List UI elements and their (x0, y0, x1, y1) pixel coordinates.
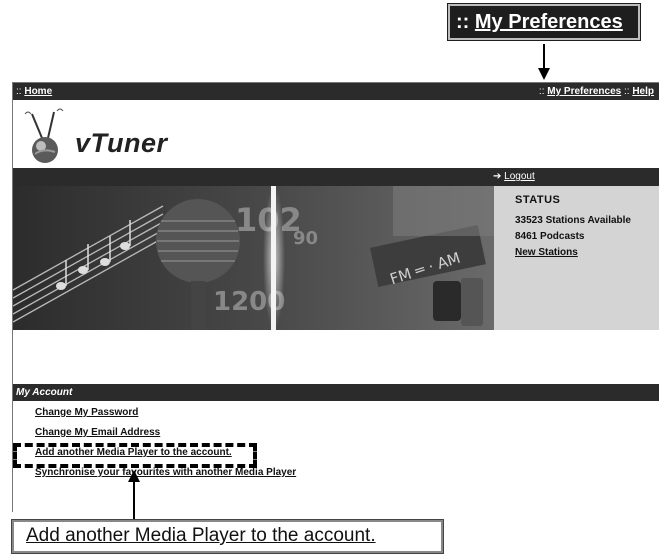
logout-bar: ➔ Logout (13, 168, 659, 186)
status-title: STATUS (515, 194, 561, 206)
logout-link[interactable]: ➔ Logout (493, 168, 535, 186)
my-account-header: My Account (13, 384, 659, 401)
svg-text:90: 90 (293, 228, 318, 249)
help-link[interactable]: Help (632, 86, 654, 97)
help-prefix: :: (623, 86, 630, 97)
preferences-prefix: :: (538, 86, 545, 97)
home-link[interactable]: Home (24, 86, 52, 97)
header-logo-area: vTuner (13, 100, 659, 168)
logout-arrow-icon: ➔ (493, 171, 502, 182)
preferences-callout: :: My Preferences (447, 3, 641, 41)
new-stations-link[interactable]: New Stations (515, 247, 659, 258)
callout-arrowhead (538, 68, 550, 80)
change-password-link[interactable]: Change My Password (35, 406, 296, 426)
bottom-callout-arrow-line (133, 480, 135, 520)
callout-add-media-player-label: Add another Media Player to the account. (26, 525, 376, 546)
podcasts-count: 8461 Podcasts (515, 231, 585, 242)
home-prefix: :: (16, 86, 22, 97)
synchronise-favourites-link[interactable]: Synchronise your favourites with another… (35, 466, 296, 486)
add-media-player-callout: Add another Media Player to the account. (11, 519, 444, 554)
highlight-dashed-box (13, 443, 257, 468)
radio-banner-image: 102 1200 90 FM ═ · AM (13, 186, 494, 330)
callout-arrow-line (543, 44, 545, 70)
callout-prefix: :: (456, 11, 470, 33)
status-panel: STATUS 33523 Stations Available 8461 Pod… (494, 186, 659, 330)
stations-available-count: 33523 Stations Available (515, 215, 631, 226)
callout-preferences-label: My Preferences (474, 11, 623, 33)
my-preferences-link[interactable]: My Preferences (547, 86, 621, 97)
logout-label: Logout (504, 171, 535, 182)
bottom-callout-arrowhead (128, 470, 140, 482)
vtuner-logo-icon (24, 108, 64, 163)
brand-name: vTuner (75, 128, 168, 158)
top-nav-bar: :: Home :: My Preferences :: Help (13, 83, 659, 100)
